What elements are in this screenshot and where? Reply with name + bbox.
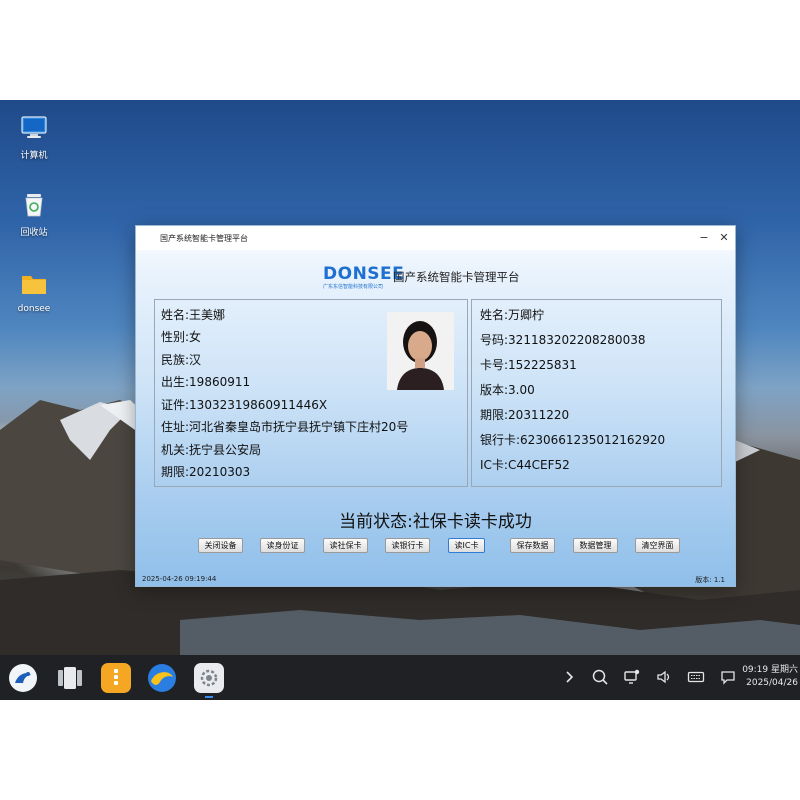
id-photo	[387, 312, 454, 390]
minimize-button[interactable]: −	[697, 231, 711, 245]
browser-icon[interactable]	[147, 663, 177, 693]
window-title: 国产系统智能卡管理平台	[160, 234, 248, 243]
notes-icon[interactable]	[101, 663, 131, 693]
sc-card-no: 卡号:152225831	[480, 358, 577, 372]
desktop-icon-recycle-bin[interactable]: 回收站	[8, 192, 60, 238]
search-icon[interactable]	[591, 668, 609, 686]
desktop-icon-label: 计算机	[20, 151, 48, 161]
logo-company-name: 广东东信智能科技有限公司	[323, 284, 384, 290]
clear-screen-button[interactable]: 清空界面	[635, 538, 680, 553]
read-bank-card-button[interactable]: 读银行卡	[385, 538, 430, 553]
id-birth: 出生:19860911	[161, 375, 251, 389]
launcher-icon[interactable]	[8, 663, 38, 693]
computer-icon	[21, 116, 47, 138]
id-ethnicity: 民族:汉	[161, 353, 202, 367]
window-titlebar[interactable]: 国产系统智能卡管理平台 − ✕	[136, 226, 735, 250]
data-management-button[interactable]: 数据管理	[573, 538, 618, 553]
desktop-icon-donsee-folder[interactable]: donsee	[8, 271, 60, 314]
id-name: 姓名:王美娜	[161, 308, 226, 322]
taskbar-clock[interactable]: 09:19 星期六 2025/04/26	[740, 664, 798, 690]
multitask-icon[interactable]	[55, 663, 85, 693]
desktop-icon-computer[interactable]: 计算机	[8, 115, 60, 161]
volume-icon[interactable]	[655, 668, 673, 686]
id-authority: 机关:抚宁县公安局	[161, 443, 262, 457]
read-social-card-button[interactable]: 读社保卡	[323, 538, 368, 553]
network-icon[interactable]	[623, 668, 641, 686]
sc-bank-card: 银行卡:6230661235012162920	[480, 433, 666, 447]
save-data-button[interactable]: 保存数据	[510, 538, 555, 553]
id-number: 证件:13032319860911446X	[161, 398, 328, 412]
sc-version: 版本:3.00	[480, 383, 535, 397]
window-timestamp: 2025-04-26 09:19:44	[142, 575, 217, 583]
close-button[interactable]: ✕	[717, 231, 731, 245]
sc-name: 姓名:万卿柠	[480, 308, 545, 322]
platform-name: 国产系统智能卡管理平台	[393, 270, 520, 284]
id-card-panel: 姓名:王美娜 性别:女 民族:汉 出生:19860911 证件:13032319…	[154, 299, 468, 487]
id-address: 住址:河北省秦皇岛市抚宁县抚宁镇下庄村20号	[161, 420, 409, 434]
smart-card-manager-window: 国产系统智能卡管理平台 − ✕ DONSEE 广东东信智能科技有限公司 国产系统…	[135, 225, 736, 587]
recycle-bin-icon	[25, 194, 43, 217]
notification-icon[interactable]	[719, 668, 737, 686]
keyboard-icon[interactable]	[687, 668, 705, 686]
settings-icon[interactable]	[194, 663, 224, 693]
desktop-icon-label: donsee	[17, 304, 51, 314]
status-text: 当前状态:社保卡读卡成功	[339, 512, 532, 532]
sc-validity: 期限:20311220	[480, 408, 570, 422]
clock-time: 09:19 星期六	[742, 665, 798, 675]
id-validity: 期限:20210303	[161, 465, 251, 479]
sc-number: 号码:321183202208280038	[480, 333, 646, 347]
chevron-right-icon[interactable]	[560, 668, 578, 686]
read-id-card-button[interactable]: 读身份证	[260, 538, 305, 553]
clock-date: 2025/04/26	[746, 678, 798, 688]
close-device-button[interactable]: 关闭设备	[198, 538, 243, 553]
active-app-indicator	[205, 696, 213, 698]
desktop-icon-label: 回收站	[20, 228, 48, 238]
window-version: 版本: 1.1	[695, 576, 725, 584]
read-ic-card-button[interactable]: 读IC卡	[448, 538, 485, 553]
sc-ic-card: IC卡:C44CEF52	[480, 458, 570, 472]
folder-icon	[22, 276, 46, 294]
id-gender: 性别:女	[161, 330, 202, 344]
social-card-panel: 姓名:万卿柠 号码:321183202208280038 卡号:15222583…	[471, 299, 722, 487]
